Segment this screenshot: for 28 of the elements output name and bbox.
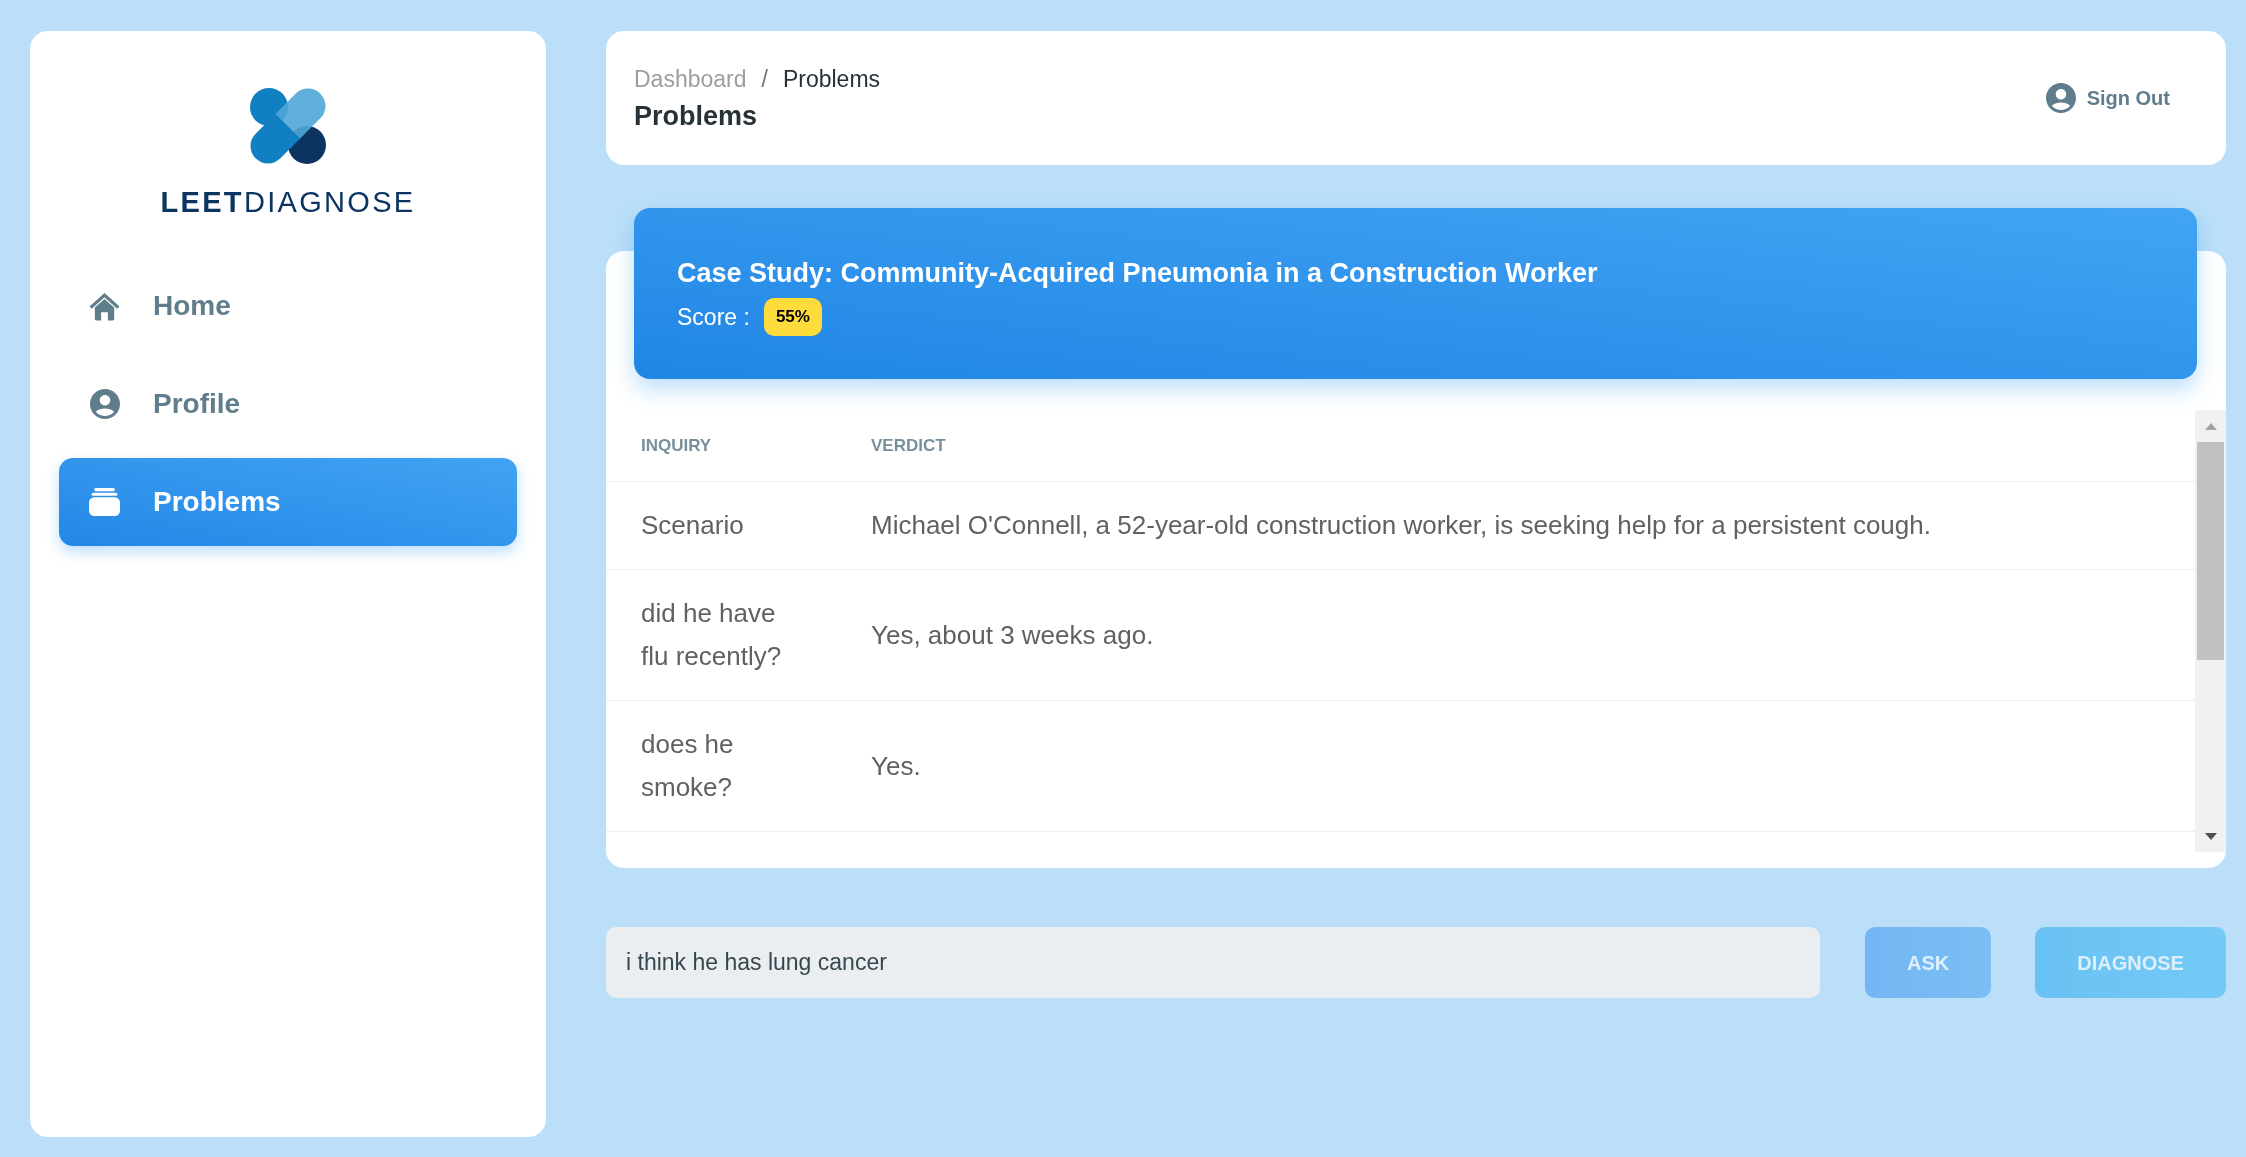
table-cell-text: Michael O'Connell, a 52-year-old construction worker, is seeking help for a persistent cough. — [870, 509, 1932, 542]
table-cell-text: did he have flu recently? — [640, 597, 783, 673]
page-title: Problems — [634, 100, 759, 133]
breadcrumb-link[interactable]: Dashboard — [634, 63, 747, 95]
table-cell-text: Scenario — [640, 509, 745, 542]
caret-down-icon[interactable] — [2204, 832, 2217, 840]
logo-icon — [249, 88, 327, 165]
scrollbar[interactable] — [2195, 410, 2226, 852]
column-header: VERDICT — [870, 434, 947, 457]
home-icon — [89, 291, 120, 321]
score-label: Score : — [677, 302, 750, 332]
table-cell-text: Yes. — [870, 749, 922, 783]
table-cell-text: Yes, about 3 weeks ago. — [870, 618, 1155, 652]
stack-icon — [89, 488, 120, 516]
nav-item[interactable]: Problems — [59, 458, 517, 546]
breadcrumb-current: Problems — [782, 65, 881, 94]
nav-item[interactable]: Home — [59, 262, 517, 350]
column-header: INQUIRY — [640, 434, 713, 457]
scrollbar-thumb[interactable] — [2197, 442, 2224, 660]
nav-item[interactable]: Profile — [59, 360, 517, 448]
logo-text: LEETDIAGNOSE — [160, 186, 416, 218]
question-input[interactable]: i think he has lung cancer — [606, 927, 1820, 998]
sign-out-button[interactable]: Sign Out — [2031, 75, 2184, 121]
table-cell-text: does he smoke? — [640, 728, 735, 804]
breadcrumb-separator: / — [761, 65, 768, 94]
caret-up-icon[interactable] — [2204, 422, 2217, 430]
score-badge: 55% — [763, 298, 822, 336]
case-title: Case Study: Community-Acquired Pneumonia in a Construction Worker — [677, 257, 1599, 290]
